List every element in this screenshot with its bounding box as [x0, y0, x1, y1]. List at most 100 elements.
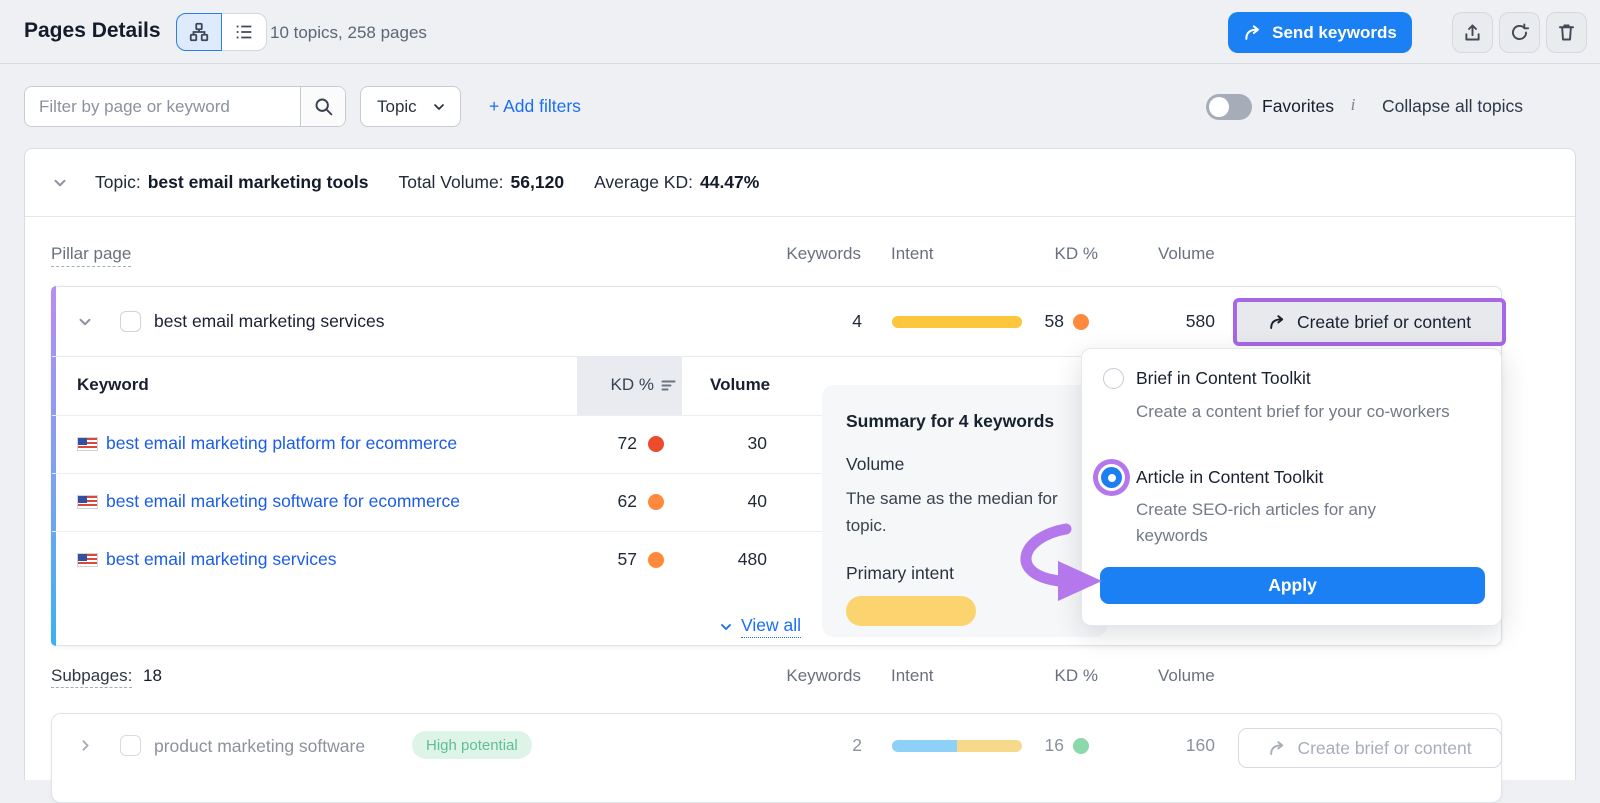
topic-label: Topic: [95, 172, 141, 193]
kd-difficulty-dot [648, 552, 664, 568]
brief-radio-button[interactable] [1103, 368, 1124, 389]
pillar-volume-value: 580 [1165, 311, 1215, 332]
refresh-button[interactable] [1499, 12, 1540, 53]
summary-volume-text: The same as the median for topic. [846, 485, 1081, 539]
kd-difficulty-dot [648, 494, 664, 510]
topic-card: Topic: best email marketing tools Total … [24, 148, 1576, 780]
kd-value: 57 [557, 549, 637, 570]
article-option-label[interactable]: Article in Content Toolkit [1136, 467, 1323, 488]
keyword-row: best email marketing platform for ecomme… [52, 415, 822, 473]
info-icon[interactable]: i [1346, 95, 1360, 115]
subpages-label: Subpages: [51, 666, 132, 688]
filter-bar: Topic + Add filters Favorites i Collapse… [0, 64, 1600, 148]
brief-option-label[interactable]: Brief in Content Toolkit [1136, 368, 1311, 389]
create-brief-or-content-button[interactable]: Create brief or content [1233, 298, 1506, 346]
volume-column-header: Volume [710, 375, 770, 395]
keyword-column-header: Keyword [77, 375, 149, 395]
search-icon [313, 96, 334, 117]
keyword-link[interactable]: best email marketing platform for ecomme… [106, 433, 457, 454]
chevron-down-icon [431, 99, 447, 115]
chevron-down-icon[interactable] [51, 174, 69, 192]
topic-header-row[interactable]: Topic: best email marketing tools Total … [25, 149, 1575, 217]
subpage-checkbox[interactable] [120, 735, 141, 756]
radio-highlight-annotation [1093, 459, 1130, 496]
column-intent: Intent [891, 244, 934, 264]
summary-volume-label: Volume [846, 454, 1083, 475]
chevron-right-icon[interactable] [77, 737, 94, 754]
export-icon [1462, 22, 1483, 43]
column-keywords: Keywords [781, 244, 861, 264]
chevron-down-icon[interactable] [76, 313, 94, 331]
sitemap-icon [188, 21, 210, 43]
pillar-checkbox[interactable] [120, 311, 141, 332]
us-flag-icon [77, 437, 98, 451]
summary-title: Summary for 4 keywords [846, 411, 1083, 432]
subpage-name: product marketing software [154, 736, 365, 757]
forward-arrow-icon [1268, 313, 1287, 332]
create-brief-label: Create brief or content [1297, 312, 1471, 333]
article-radio-button-selected[interactable] [1101, 467, 1122, 488]
view-mode-toggle [176, 13, 267, 51]
us-flag-icon [77, 553, 98, 567]
forward-arrow-icon [1268, 739, 1287, 758]
pillar-page-row: best email marketing services 4 58 580 C… [52, 287, 1501, 357]
delete-button[interactable] [1546, 12, 1587, 53]
tree-view-button[interactable] [176, 13, 222, 51]
apply-button[interactable]: Apply [1100, 567, 1485, 604]
view-all-label: View all [741, 615, 801, 638]
volume-value: 40 [687, 491, 767, 512]
kd-sorted-column-cell[interactable]: KD % [577, 357, 682, 415]
column-volume: Volume [1158, 666, 1215, 686]
view-all-link[interactable]: View all [718, 615, 801, 638]
favorites-toggle[interactable] [1206, 94, 1252, 120]
column-pillar-page[interactable]: Pillar page [51, 244, 131, 267]
average-kd-label: Average KD: [594, 172, 693, 193]
brief-option-description: Create a content brief for your co-worke… [1136, 399, 1451, 425]
kd-difficulty-dot [1073, 314, 1089, 330]
total-volume-label: Total Volume: [398, 172, 503, 193]
kd-value: 62 [557, 491, 637, 512]
subpages-count: 18 [143, 666, 162, 685]
list-view-button[interactable] [221, 13, 267, 51]
us-flag-icon [77, 495, 98, 509]
column-kd: KD % [1038, 244, 1098, 264]
keyword-link[interactable]: best email marketing services [106, 549, 337, 570]
kd-column-header: KD % [577, 375, 654, 395]
topic-name: best email marketing tools [148, 172, 369, 193]
pillar-kd-value: 58 [1014, 311, 1064, 332]
export-button[interactable] [1452, 12, 1493, 53]
send-keywords-button[interactable]: Send keywords [1228, 12, 1412, 53]
subpage-keywords-count: 2 [812, 735, 862, 756]
create-brief-or-content-button[interactable]: Create brief or content [1238, 728, 1502, 768]
keyword-row: best email marketing services 57 480 [52, 531, 822, 589]
topic-filter-dropdown[interactable]: Topic [360, 86, 461, 127]
average-kd-value: 44.47% [700, 172, 759, 193]
pillar-intent-bar [892, 316, 1022, 328]
column-keywords: Keywords [781, 666, 861, 686]
collapse-all-topics-link[interactable]: Collapse all topics [1382, 96, 1523, 117]
subpage-intent-bar [892, 740, 1022, 752]
primary-intent-pill [846, 596, 976, 626]
search-group [24, 86, 346, 127]
search-input[interactable] [25, 87, 300, 126]
add-filters-link[interactable]: + Add filters [489, 96, 581, 117]
summary-intent-label: Primary intent [846, 563, 1083, 584]
search-button[interactable] [300, 87, 345, 126]
pillar-page-name: best email marketing services [154, 311, 385, 332]
column-volume: Volume [1158, 244, 1215, 264]
volume-value: 30 [687, 433, 767, 454]
chevron-down-icon [718, 619, 734, 635]
kd-difficulty-dot [1073, 738, 1089, 754]
intent-segment-commercial [957, 740, 1022, 752]
column-kd: KD % [1038, 666, 1098, 686]
subpages-heading[interactable]: Subpages: 18 [51, 666, 162, 686]
radio-ring-gap [1098, 464, 1125, 491]
topic-filter-label: Topic [377, 97, 417, 117]
keyword-link[interactable]: best email marketing software for ecomme… [106, 491, 460, 512]
create-content-popover: Brief in Content Toolkit Create a conten… [1081, 348, 1502, 626]
keyword-row: best email marketing software for ecomme… [52, 473, 822, 531]
trash-icon [1556, 22, 1577, 43]
pillar-keywords-count: 4 [812, 311, 862, 332]
kd-value: 72 [557, 433, 637, 454]
favorites-label: Favorites [1262, 96, 1334, 117]
